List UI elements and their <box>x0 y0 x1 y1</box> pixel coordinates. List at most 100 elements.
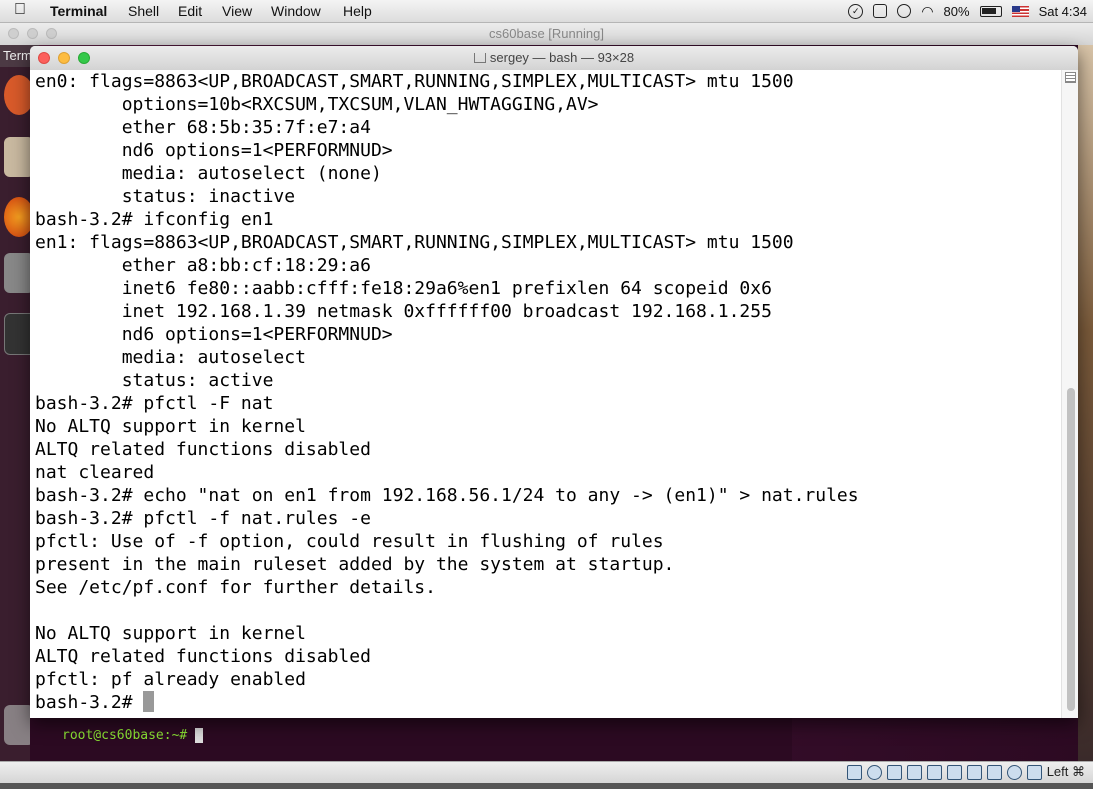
guest-terminal[interactable]: root@cs60base:~# <box>30 716 792 761</box>
mouse-integration-icon[interactable] <box>1026 764 1042 780</box>
vbox-window-title: cs60base [Running] <box>489 26 604 41</box>
wifi-icon[interactable]: ◠ <box>921 3 933 20</box>
terminal-line: nd6 options=1<PERFORMNUD> <box>35 323 1055 346</box>
terminal-line-text: ALTQ related functions disabled <box>35 439 371 460</box>
terminal-line-text: bash-3.2# pfctl -f nat.rules -e <box>35 508 371 529</box>
terminal-line-text: inet 192.168.1.39 netmask 0xffffff00 bro… <box>35 301 772 322</box>
virtualization-icon[interactable] <box>1006 764 1022 780</box>
terminal-line-text: No ALTQ support in kernel <box>35 416 306 437</box>
menu-help[interactable]: Help <box>343 3 372 19</box>
menubar:  Terminal Shell Edit View Window Help ✓… <box>0 0 1093 23</box>
terminal-title: sergey — bash — 93×28 <box>489 50 635 65</box>
terminal-line: ALTQ related functions disabled <box>35 438 1055 461</box>
video-capture-icon[interactable] <box>966 764 982 780</box>
terminal-window: sergey — bash — 93×28 en0: flags=8863<UP… <box>30 46 1078 718</box>
terminal-line-text: en1: flags=8863<UP,BROADCAST,SMART,RUNNI… <box>35 232 794 253</box>
terminal-line: inet6 fe80::aabb:cfff:fe18:29a6%en1 pref… <box>35 277 1055 300</box>
audio-icon[interactable] <box>986 764 1002 780</box>
terminal-titlebar[interactable]: sergey — bash — 93×28 <box>30 46 1078 71</box>
menu-view[interactable]: View <box>222 3 252 19</box>
menu-window[interactable]: Window <box>271 3 321 19</box>
terminal-line: bash-3.2# <box>35 691 1055 714</box>
apple-icon[interactable]:  <box>14 1 26 19</box>
close-button[interactable] <box>38 52 50 64</box>
terminal-line-text: media: autoselect (none) <box>35 163 382 184</box>
terminal-line: status: active <box>35 369 1055 392</box>
terminal-line: media: autoselect <box>35 346 1055 369</box>
terminal-line: en1: flags=8863<UP,BROADCAST,SMART,RUNNI… <box>35 231 1055 254</box>
terminal-line: ether a8:bb:cf:18:29:a6 <box>35 254 1055 277</box>
terminal-line: No ALTQ support in kernel <box>35 622 1055 645</box>
vbox-window-titlebar: cs60base [Running] <box>0 23 1093 46</box>
terminal-line: bash-3.2# pfctl -f nat.rules -e <box>35 507 1055 530</box>
vbox-window-controls <box>8 28 57 39</box>
vbox-minimize-button[interactable] <box>27 28 38 39</box>
terminal-line-text: No ALTQ support in kernel <box>35 623 306 644</box>
terminal-output: en0: flags=8863<UP,BROADCAST,SMART,RUNNI… <box>35 70 1055 714</box>
terminal-line: inet 192.168.1.39 netmask 0xffffff00 bro… <box>35 300 1055 323</box>
guest-right-edge <box>1078 45 1093 761</box>
zoom-button[interactable] <box>78 52 90 64</box>
vbox-zoom-button[interactable] <box>46 28 57 39</box>
terminal-line: en0: flags=8863<UP,BROADCAST,SMART,RUNNI… <box>35 70 1055 93</box>
terminal-line: nat cleared <box>35 461 1055 484</box>
terminal-line-text: ether 68:5b:35:7f:e7:a4 <box>35 117 371 138</box>
terminal-line: pfctl: pf already enabled <box>35 668 1055 691</box>
terminal-content[interactable]: en0: flags=8863<UP,BROADCAST,SMART,RUNNI… <box>30 70 1078 718</box>
menubar-clock[interactable]: Sat 4:34 <box>1039 4 1087 19</box>
terminal-line-text: inet6 fe80::aabb:cfff:fe18:29a6%en1 pref… <box>35 278 772 299</box>
terminal-line: No ALTQ support in kernel <box>35 415 1055 438</box>
menu-app-terminal[interactable]: Terminal <box>50 3 107 19</box>
terminal-line-text: bash-3.2# echo "nat on en1 from 192.168.… <box>35 485 859 506</box>
screen-status-icon[interactable] <box>873 4 888 18</box>
scrollbar-thumb[interactable] <box>1067 388 1075 711</box>
terminal-line-text: nat cleared <box>35 462 155 483</box>
terminal-cursor <box>143 691 155 712</box>
terminal-line: status: inactive <box>35 185 1055 208</box>
network-icon[interactable] <box>886 764 902 780</box>
terminal-line-text: bash-3.2# <box>35 692 144 713</box>
hard-disk-icon[interactable] <box>846 764 862 780</box>
terminal-scrollbar[interactable] <box>1061 70 1078 718</box>
terminal-line-text: options=10b<RXCSUM,TXCSUM,VLAN_HWTAGGING… <box>35 94 599 115</box>
terminal-line-text: present in the main ruleset added by the… <box>35 554 675 575</box>
input-source-flag-icon[interactable] <box>1011 5 1029 17</box>
terminal-line-text: nd6 options=1<PERFORMNUD> <box>35 324 393 345</box>
usb-icon[interactable] <box>906 764 922 780</box>
terminal-line-text: status: inactive <box>35 186 296 207</box>
home-folder-icon <box>473 53 486 63</box>
time-machine-icon[interactable] <box>897 4 912 18</box>
terminal-line-text: pfctl: pf already enabled <box>35 669 306 690</box>
terminal-line-text: media: autoselect <box>35 347 306 368</box>
terminal-line: media: autoselect (none) <box>35 162 1055 185</box>
terminal-line: bash-3.2# echo "nat on en1 from 192.168.… <box>35 484 1055 507</box>
terminal-line: See /etc/pf.conf for further details. <box>35 576 1055 599</box>
terminal-line-text: See /etc/pf.conf for further details. <box>35 577 436 598</box>
shared-folders-icon[interactable] <box>926 764 942 780</box>
vbox-close-button[interactable] <box>8 28 19 39</box>
terminal-line-text: pfctl: Use of -f option, could result in… <box>35 531 664 552</box>
optical-drive-icon[interactable] <box>866 764 882 780</box>
terminal-line-text: bash-3.2# pfctl -F nat <box>35 393 274 414</box>
terminal-line-text: bash-3.2# ifconfig en1 <box>35 209 274 230</box>
guest-cursor <box>195 728 204 743</box>
ubuntu-launcher <box>0 45 36 761</box>
menu-shell[interactable]: Shell <box>128 3 159 19</box>
terminal-line-text: en0: flags=8863<UP,BROADCAST,SMART,RUNNI… <box>35 71 794 92</box>
minimize-button[interactable] <box>58 52 70 64</box>
split-pane-icon[interactable] <box>1065 72 1076 83</box>
battery-percent[interactable]: 80% <box>944 4 970 19</box>
terminal-line-text: nd6 options=1<PERFORMNUD> <box>35 140 393 161</box>
terminal-line: ALTQ related functions disabled <box>35 645 1055 668</box>
terminal-line: pfctl: Use of -f option, could result in… <box>35 530 1055 553</box>
checkmark-status-icon[interactable]: ✓ <box>848 3 864 19</box>
terminal-line: nd6 options=1<PERFORMNUD> <box>35 139 1055 162</box>
display-icon[interactable] <box>946 764 962 780</box>
terminal-line: options=10b<RXCSUM,TXCSUM,VLAN_HWTAGGING… <box>35 93 1055 116</box>
terminal-line: bash-3.2# pfctl -F nat <box>35 392 1055 415</box>
battery-icon[interactable] <box>979 5 1002 17</box>
menu-edit[interactable]: Edit <box>178 3 202 19</box>
terminal-line-text: status: active <box>35 370 274 391</box>
terminal-line: present in the main ruleset added by the… <box>35 553 1055 576</box>
